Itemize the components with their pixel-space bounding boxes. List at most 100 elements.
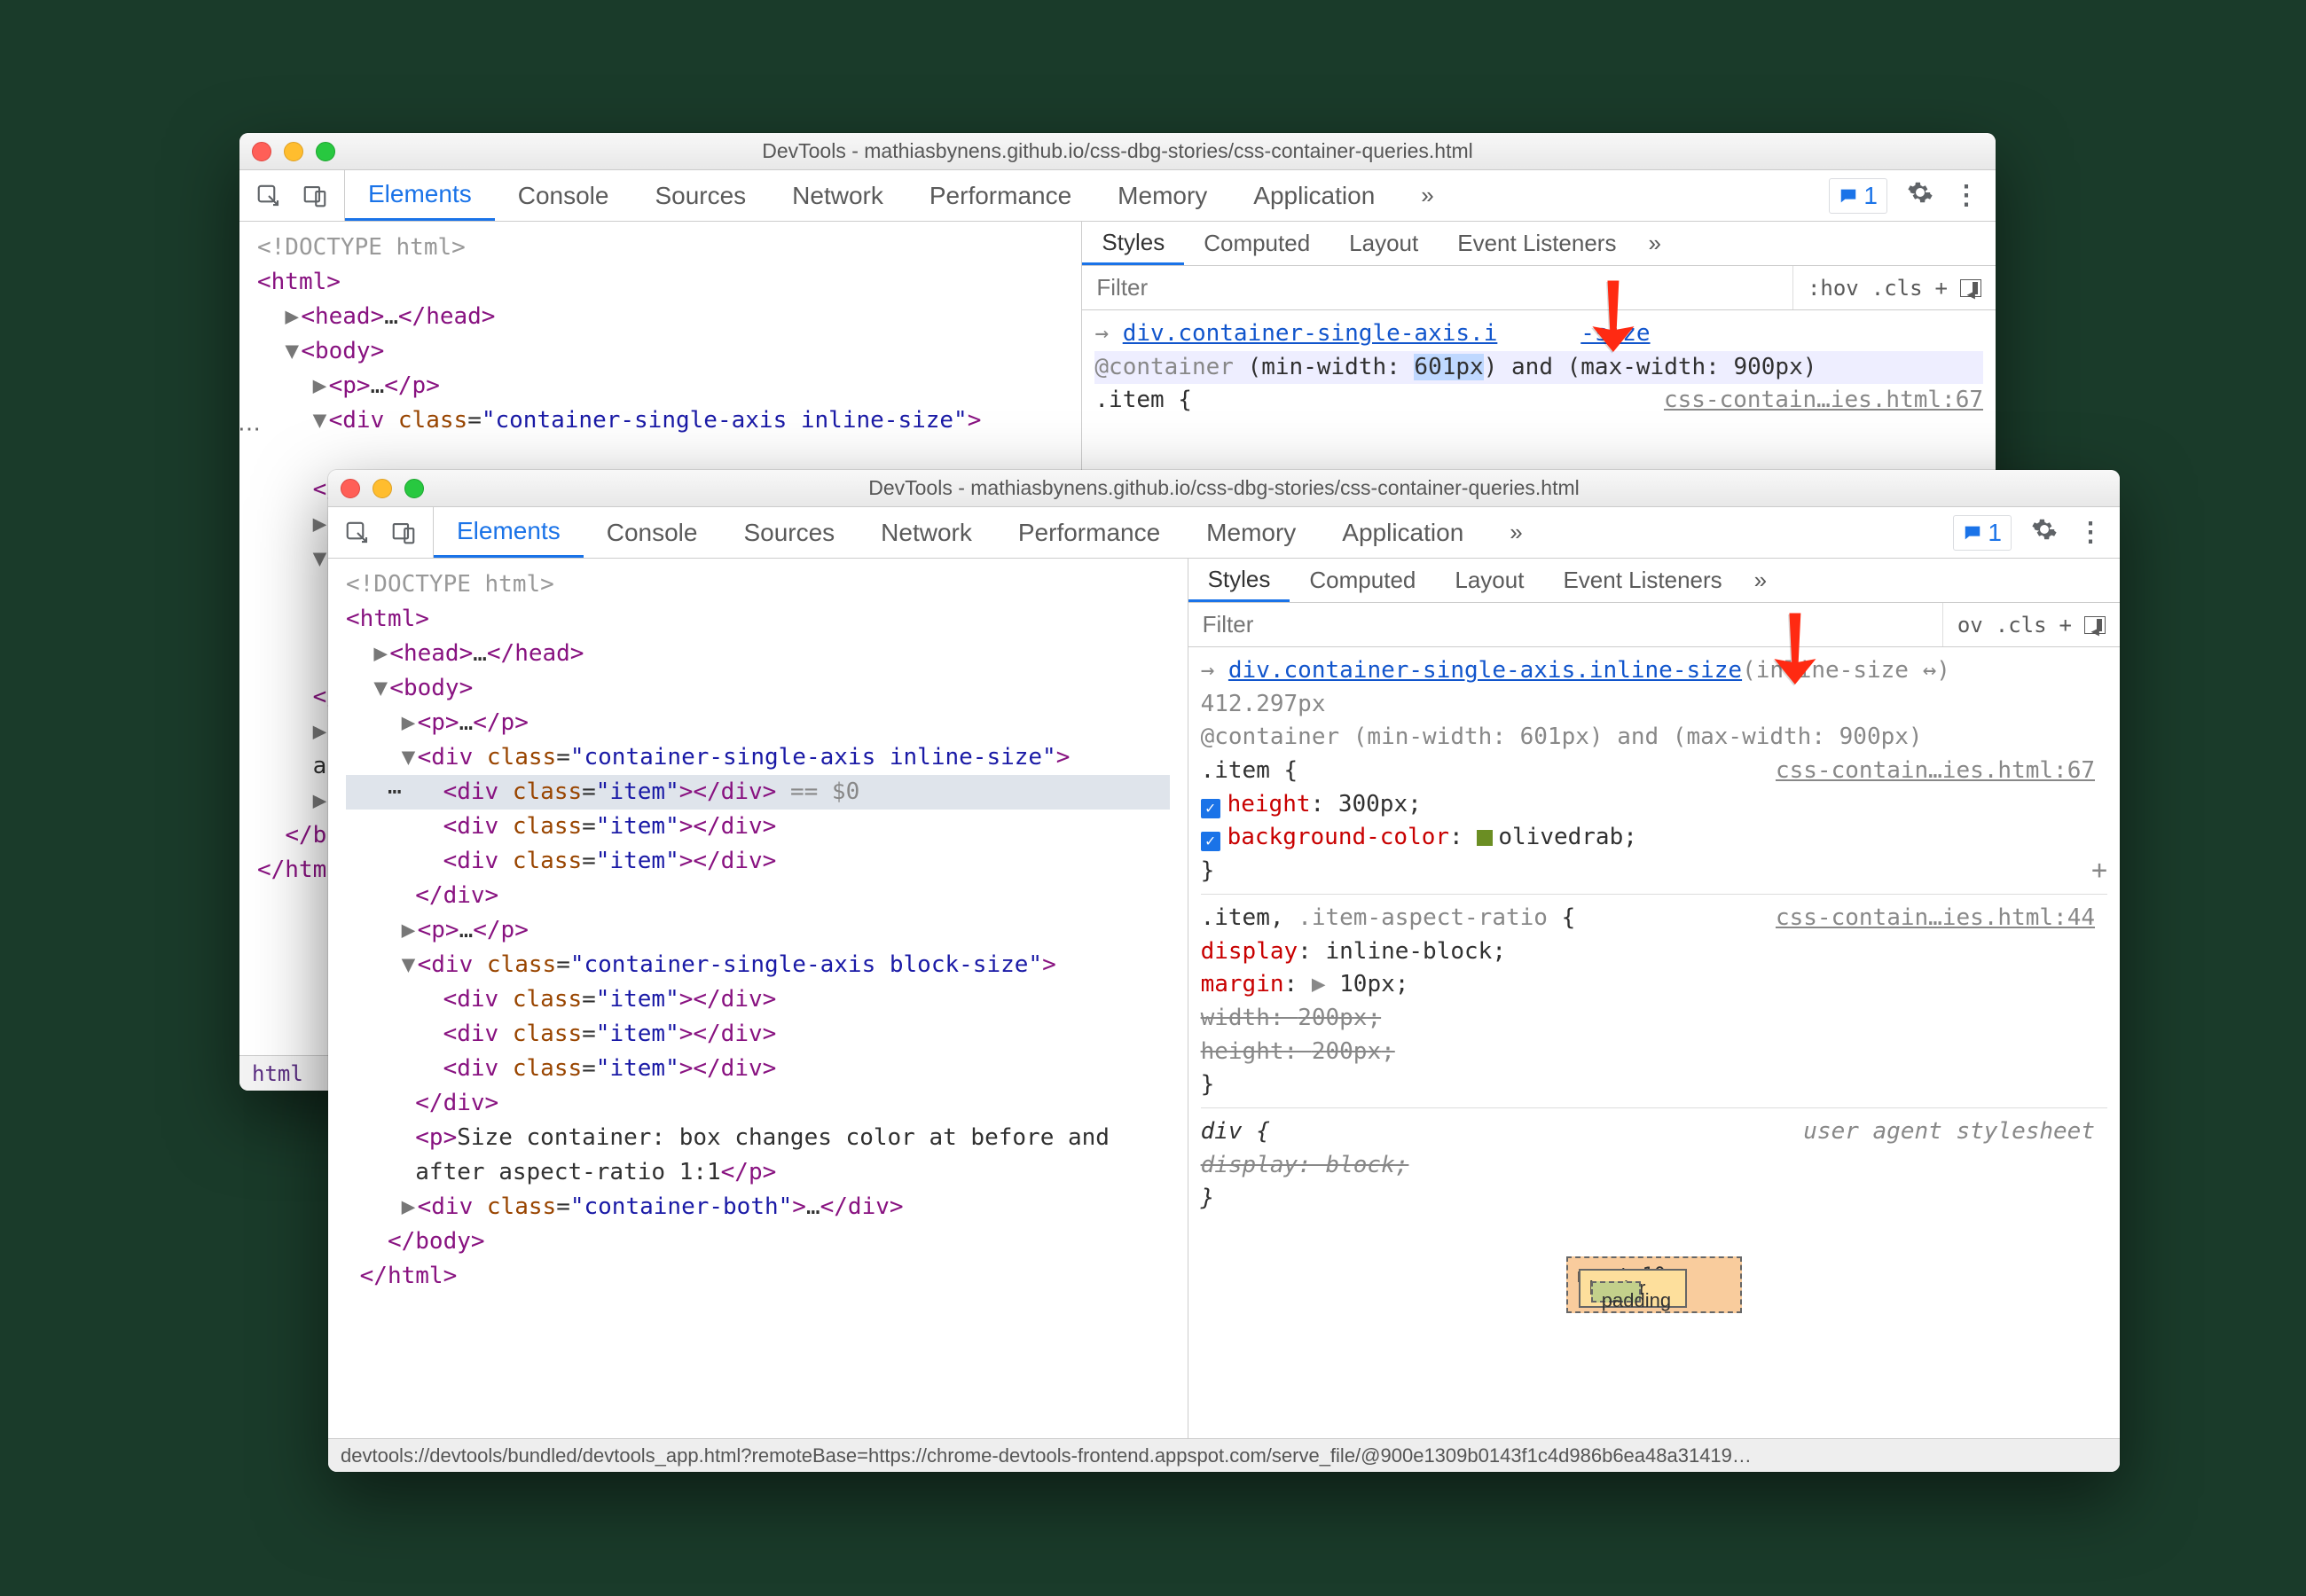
tab-performance[interactable]: Performance: [906, 170, 1094, 221]
source-link[interactable]: css-contain…ies.html:44: [1776, 902, 2095, 935]
css-val-display[interactable]: inline-block: [1325, 938, 1492, 965]
origin-link[interactable]: div.container-single-axis.inline-size: [1228, 657, 1742, 684]
css-decl-display-block[interactable]: display: block;: [1201, 1152, 1409, 1178]
tab-network[interactable]: Network: [769, 170, 906, 221]
property-enabled-checkbox[interactable]: ✓: [1201, 832, 1220, 851]
tab-elements[interactable]: Elements: [345, 170, 495, 221]
css-val-height[interactable]: 300px: [1338, 791, 1408, 818]
styles-tab-styles[interactable]: Styles: [1188, 559, 1290, 602]
expand-icon[interactable]: [313, 715, 329, 749]
styles-content[interactable]: → div.container-single-axis.inline-size(…: [1188, 647, 2120, 1438]
css-val-bg[interactable]: olivedrab: [1498, 824, 1623, 850]
expand-icon[interactable]: [313, 369, 329, 403]
css-val-height-overridden[interactable]: 200px: [1312, 1038, 1381, 1065]
expand-icon[interactable]: [313, 507, 329, 542]
dom-html-open[interactable]: <html>: [257, 269, 341, 295]
hov-toggle[interactable]: :hov: [1808, 276, 1859, 301]
css-prop-height[interactable]: height: [1228, 791, 1311, 818]
inspect-icon[interactable]: [255, 183, 282, 209]
close-icon[interactable]: [341, 479, 360, 498]
styles-tab-styles[interactable]: Styles: [1082, 222, 1184, 265]
toggle-sidebar-icon[interactable]: ◂: [1960, 279, 1981, 297]
expand-icon[interactable]: [402, 1190, 418, 1224]
tab-memory[interactable]: Memory: [1094, 170, 1230, 221]
tab-application[interactable]: Application: [1319, 507, 1486, 558]
device-toggle-icon[interactable]: [302, 183, 328, 209]
box-model-diagram[interactable]: margin 10 border - padding -: [1201, 1256, 2107, 1313]
styles-filter-input[interactable]: [1188, 603, 1942, 646]
origin-link-rest[interactable]: -size: [1580, 320, 1650, 347]
dom-doctype[interactable]: <!DOCTYPE html>: [257, 234, 466, 261]
styles-tab-layout[interactable]: Layout: [1435, 559, 1543, 602]
settings-gear-icon[interactable]: [2031, 516, 2058, 550]
tab-console[interactable]: Console: [495, 170, 632, 221]
settings-gear-icon[interactable]: [1907, 179, 1933, 213]
inspect-icon[interactable]: [344, 520, 371, 546]
expand-icon[interactable]: [402, 913, 418, 948]
collapse-icon[interactable]: [402, 740, 418, 775]
zoom-icon[interactable]: [404, 479, 424, 498]
css-prop-display[interactable]: display: [1201, 938, 1298, 965]
dom-p[interactable]: <p>: [329, 372, 371, 399]
css-selector[interactable]: .item: [1201, 904, 1270, 931]
tab-application[interactable]: Application: [1230, 170, 1398, 221]
traffic-lights[interactable]: [252, 142, 335, 161]
css-val-margin[interactable]: 10px: [1339, 971, 1395, 998]
zoom-icon[interactable]: [316, 142, 335, 161]
css-prop-margin[interactable]: margin: [1201, 971, 1284, 998]
css-prop-bg[interactable]: background-color: [1228, 824, 1449, 850]
kebab-menu-icon[interactable]: ⋮: [1953, 180, 1978, 211]
titlebar[interactable]: DevTools - mathiasbynens.github.io/css-d…: [239, 133, 1996, 170]
minimize-icon[interactable]: [373, 479, 392, 498]
expand-icon[interactable]: [313, 784, 329, 818]
collapse-icon[interactable]: [285, 334, 301, 369]
styles-tab-computed[interactable]: Computed: [1184, 222, 1329, 265]
css-prop-height-overridden[interactable]: height: [1201, 1038, 1284, 1065]
titlebar[interactable]: DevTools - mathiasbynens.github.io/css-d…: [328, 470, 2120, 507]
collapse-icon[interactable]: [402, 948, 418, 982]
close-icon[interactable]: [252, 142, 271, 161]
issues-button[interactable]: 1: [1953, 515, 2012, 551]
cls-toggle[interactable]: .cls: [1871, 276, 1923, 301]
source-link[interactable]: css-contain…ies.html:67: [1776, 755, 2095, 788]
boxmodel-padding-top[interactable]: -: [1610, 1287, 1621, 1315]
device-toggle-icon[interactable]: [390, 520, 417, 546]
toggle-sidebar-icon[interactable]: ◂: [2084, 616, 2106, 634]
collapse-icon[interactable]: [373, 671, 389, 706]
tab-network[interactable]: Network: [858, 507, 995, 558]
styles-tab-layout[interactable]: Layout: [1329, 222, 1438, 265]
css-selector-inactive[interactable]: .item-aspect-ratio: [1298, 904, 1548, 931]
css-selector[interactable]: .item {: [1201, 757, 1298, 784]
styles-tab-computed[interactable]: Computed: [1290, 559, 1435, 602]
collapse-icon[interactable]: [313, 542, 329, 576]
expand-icon[interactable]: [285, 300, 301, 334]
styles-filter-input[interactable]: [1082, 266, 1792, 309]
dom-selected-node[interactable]: ⋯ <div class="item"></div> == $0: [346, 775, 1170, 810]
styles-tab-eventlisteners[interactable]: Event Listeners: [1438, 222, 1635, 265]
tab-performance[interactable]: Performance: [995, 507, 1183, 558]
tab-sources[interactable]: Sources: [631, 170, 769, 221]
css-selector[interactable]: .item {: [1094, 387, 1192, 413]
styles-tabs-overflow-icon[interactable]: »: [1635, 222, 1673, 265]
source-link[interactable]: css-contain…ies.html:67: [1664, 384, 1983, 418]
new-style-rule-icon[interactable]: +: [1935, 276, 1948, 301]
tab-memory[interactable]: Memory: [1183, 507, 1319, 558]
property-enabled-checkbox[interactable]: ✓: [1201, 799, 1220, 818]
styles-tab-eventlisteners[interactable]: Event Listeners: [1543, 559, 1741, 602]
kebab-menu-icon[interactable]: ⋮: [2077, 517, 2102, 548]
cls-toggle[interactable]: .cls: [1996, 613, 2047, 638]
new-style-rule-icon[interactable]: +: [2059, 613, 2072, 638]
dom-text[interactable]: Size container: box changes color at bef…: [457, 1124, 1110, 1151]
breadcrumb-html[interactable]: html: [252, 1061, 303, 1086]
dom-text[interactable]: after aspect-ratio 1:1: [415, 1159, 720, 1185]
tab-console[interactable]: Console: [584, 507, 721, 558]
collapse-icon[interactable]: [313, 403, 329, 438]
tab-elements[interactable]: Elements: [434, 507, 584, 558]
dom-div-class[interactable]: "container-single-axis inline-size": [482, 407, 968, 434]
styles-tabs-overflow-icon[interactable]: »: [1742, 559, 1779, 602]
css-selector-ua[interactable]: div {: [1201, 1118, 1270, 1145]
traffic-lights[interactable]: [341, 479, 424, 498]
minimize-icon[interactable]: [284, 142, 303, 161]
tabs-overflow-icon[interactable]: »: [1398, 170, 1456, 221]
css-val-width-overridden[interactable]: 200px: [1298, 1005, 1367, 1031]
